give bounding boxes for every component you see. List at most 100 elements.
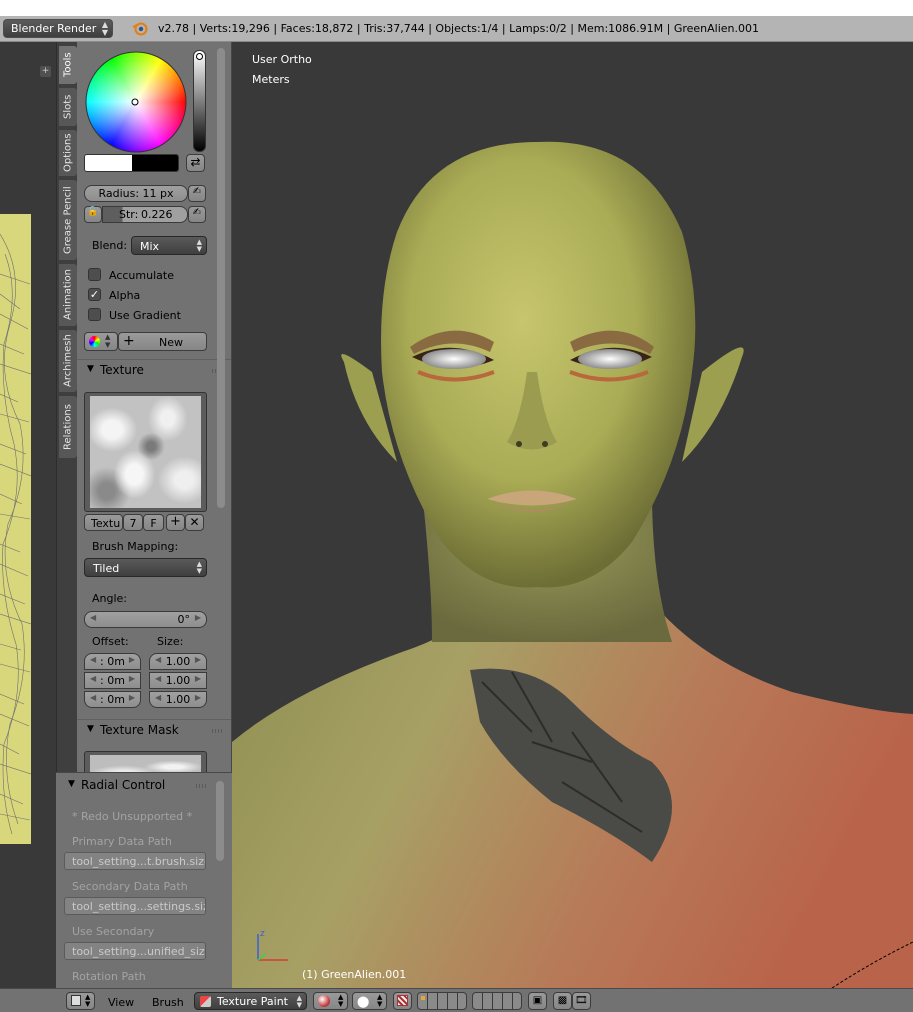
dropdown-arrows-icon: ▲ ▼ [105,333,111,349]
dropdown-arrows-icon: ▲ ▼ [85,993,91,1008]
offset-y-field[interactable]: ◀: 0m ▶ [84,672,141,689]
radius-field[interactable]: Radius: 11 px [84,185,188,202]
brush-selector[interactable]: ▲ ▼ [84,332,118,351]
brush-menu[interactable]: Brush [152,996,184,1009]
alpha-checkbox[interactable]: ✓ [88,288,101,301]
tab-grease-pencil[interactable]: Grease Pencil [59,180,77,260]
brush-mapping-dropdown[interactable]: Tiled ▲ ▼ [84,558,207,577]
tab-animation[interactable]: Animation [59,264,77,326]
scene-statistics: v2.78 | Verts:19,296 | Faces:18,872 | Tr… [158,22,760,35]
alpha-label: Alpha [109,289,141,302]
radius-pressure-icon[interactable]: ✍ [188,185,206,202]
viewport-shading-button[interactable]: ▲ ▼ [313,992,348,1010]
texture-panel-header[interactable]: ▼ Texture [77,359,231,382]
texture-users-count[interactable]: 7 [123,514,143,531]
tab-relations[interactable]: Relations [59,396,77,458]
use-secondary-field[interactable]: tool_setting...unified_size [64,942,206,960]
plus-icon: + [123,333,135,349]
size-x-field[interactable]: ◀ 1.00 ▶ [149,653,207,670]
primary-data-path-field[interactable]: tool_setting...t.brush.size [64,852,206,870]
fake-user-button[interactable]: F [143,514,164,531]
offset-x-field[interactable]: ◀: 0m ▶ [84,653,141,670]
tab-slots[interactable]: Slots [59,88,77,126]
tool-shelf-panel: ⇄ Radius: 11 px ✍ 🔓 Str: 0.226 ✍ Blend: … [77,42,232,772]
secondary-data-path-field[interactable]: tool_setting...settings.size [64,897,206,915]
collapse-triangle-icon: ▼ [68,779,75,789]
view-menu[interactable]: View [108,996,134,1009]
size-y-field[interactable]: ◀ 1.00 ▶ [149,672,207,689]
secondary-color[interactable] [132,155,178,171]
texture-preview[interactable] [84,392,207,512]
brush-mapping-value: Tiled [93,562,120,575]
blend-dropdown[interactable]: Mix ▲ ▼ [131,236,207,255]
size-z-field[interactable]: ◀ 1.00 ▶ [149,691,207,708]
texture-mask-preview[interactable] [84,751,207,772]
texture-name-field[interactable]: Textu [84,514,123,531]
accumulate-checkbox[interactable] [88,268,101,281]
angle-value: 0° [177,613,191,626]
angle-field[interactable]: ◀ 0° ▶ [84,611,207,628]
drag-grip-icon[interactable] [212,729,222,733]
editor-type-button[interactable]: ▲ ▼ [66,992,95,1010]
increment-arrow-icon[interactable]: ▶ [195,613,201,622]
uv-image-editor[interactable]: + [0,42,56,988]
texture-mask-panel-title: Texture Mask [100,723,179,737]
lock-camera-icon[interactable]: ▣ [528,992,547,1010]
tool-shelf-tabs: Tools Slots Options Grease Pencil Animat… [56,42,77,772]
3d-view-header: ▲ ▼ View Brush Texture Paint ▲ ▼ ▲ ▼ ⬤ ▲ ▼ ▣… [0,988,913,1012]
unlink-texture-icon[interactable]: ✕ [185,514,204,531]
tab-options[interactable]: Options [59,130,77,176]
blender-logo-icon [132,22,148,36]
new-brush-button[interactable]: + New [118,332,207,351]
use-gradient-checkbox[interactable] [88,308,101,321]
color-swatch[interactable] [84,154,179,172]
operator-redo-panel: ▼ Radial Control * Redo Unsupported * Pr… [56,772,232,988]
value-slider-handle[interactable] [196,53,203,60]
offset-label: Offset: [92,635,129,648]
properties-toggle-icon[interactable]: + [40,66,51,77]
dropdown-arrows-icon: ▲ ▼ [296,994,302,1009]
radial-control-panel-header[interactable]: ▼ Radial Control [56,775,232,797]
3d-viewport[interactable]: User Ortho Meters z (1) GreenAlien.001 [232,42,913,988]
offset-z-field[interactable]: ◀: 0m ▶ [84,691,141,708]
primary-color[interactable] [85,155,132,171]
strength-pressure-icon[interactable]: ✍ [188,206,206,223]
texture-name: Textu [91,517,121,530]
uv-texture-image [0,214,31,844]
svg-text:z: z [260,929,265,939]
tool-shelf-scrollbar[interactable] [217,48,225,508]
mask-icon [397,995,408,1006]
alien-character-render [232,141,913,988]
value-slider[interactable] [193,50,206,152]
cube-icon [71,995,81,1006]
active-layer-icon [421,996,425,1000]
unified-strength-lock-icon[interactable]: 🔓 [84,206,102,223]
strength-field[interactable]: Str: 0.226 [102,206,188,223]
render-animation-icon[interactable]: 🎞 [572,992,591,1010]
redo-panel-scrollbar[interactable] [216,781,224,861]
pivot-point-button[interactable]: ⬤ ▲ ▼ [352,992,387,1010]
render-opengl-icon[interactable]: ▩ [553,992,572,1010]
layers-group-1[interactable] [417,992,467,1010]
drag-grip-icon[interactable] [196,784,206,788]
rotation-path-label: Rotation Path [72,970,146,983]
size-label: Size: [157,635,184,648]
layers-group-2[interactable] [472,992,522,1010]
mode-dropdown[interactable]: Texture Paint ▲ ▼ [194,992,307,1010]
cloud-texture-image [90,396,201,508]
render-engine-dropdown[interactable]: Blender Render ▲ ▼ [3,19,113,38]
texture-panel-title: Texture [100,363,144,377]
tab-tools[interactable]: Tools [59,46,77,84]
brush-mapping-label: Brush Mapping: [92,540,179,553]
decrement-arrow-icon[interactable]: ◀ [90,613,96,622]
brush-preview-icon [89,336,100,347]
add-texture-icon[interactable]: + [166,514,185,531]
swap-colors-icon[interactable]: ⇄ [186,154,205,172]
tab-archimesh[interactable]: Archimesh [59,330,77,392]
radius-value: Radius: 11 px [98,187,174,200]
texture-mask-panel-header[interactable]: ▼ Texture Mask [77,719,231,742]
mask-toggle-button[interactable] [393,992,412,1010]
axis-gizmo-icon: z [257,929,288,961]
color-wheel[interactable] [84,50,188,154]
active-object-label: (1) GreenAlien.001 [302,968,407,981]
